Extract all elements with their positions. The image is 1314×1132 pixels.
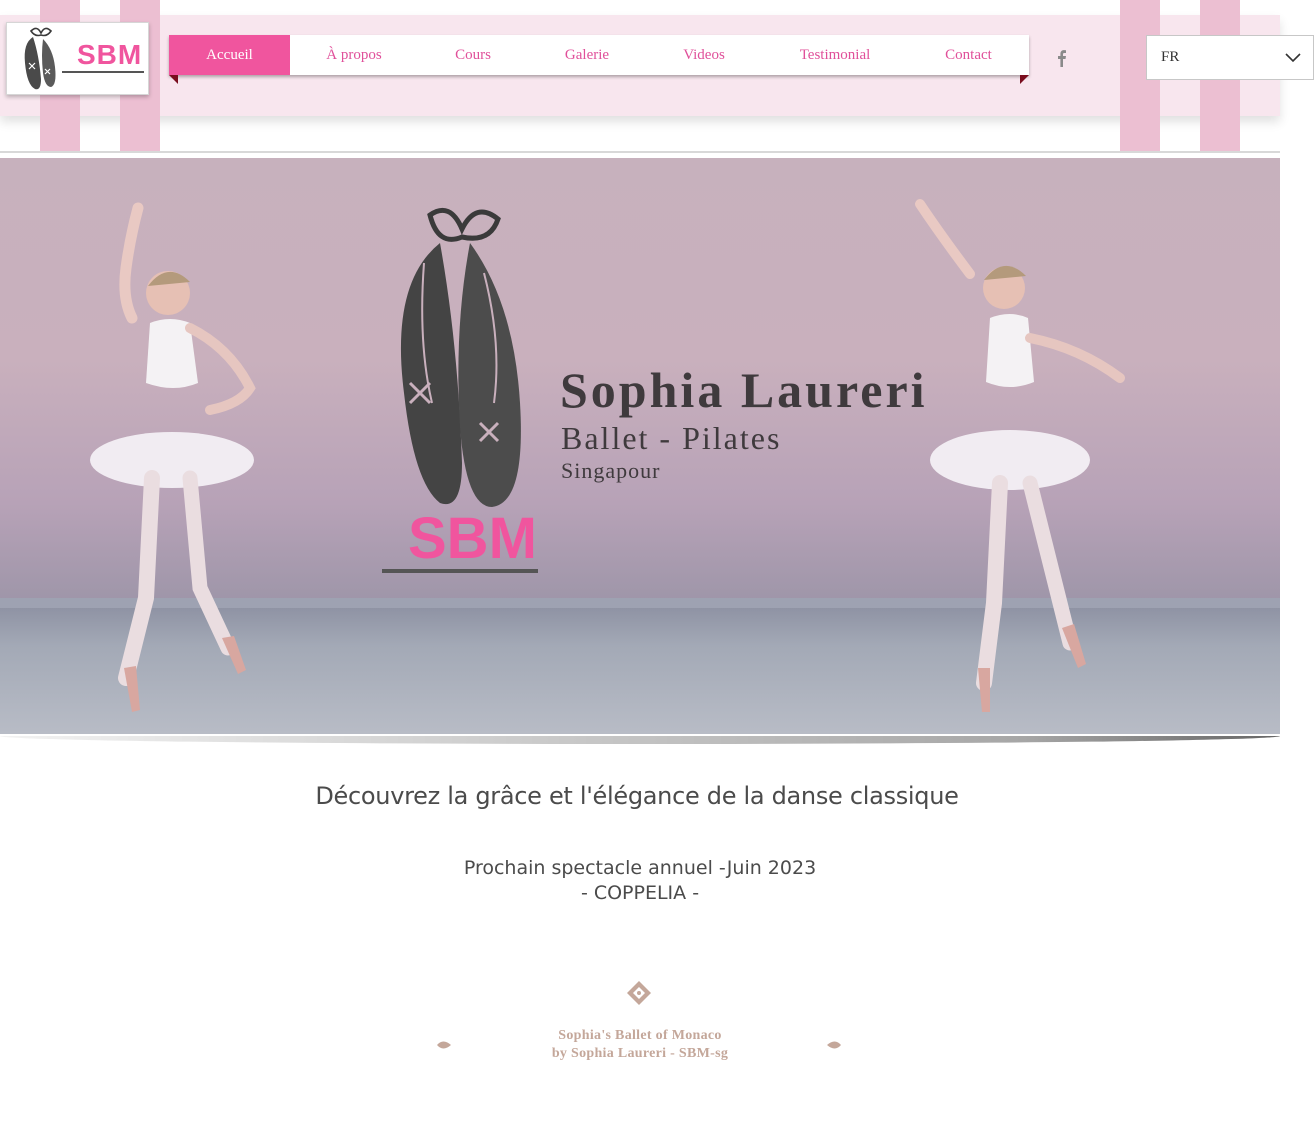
nav-item-galerie[interactable]: Galerie bbox=[528, 35, 646, 75]
hero-banner: SBM Sophia Laureri Ballet - Pilates Sing… bbox=[0, 158, 1280, 734]
tagline: Découvrez la grâce et l'élégance de la d… bbox=[315, 782, 959, 810]
dancer-left-image bbox=[90, 202, 256, 712]
nav-item-cours[interactable]: Cours bbox=[418, 35, 528, 75]
nav-ribbon-right bbox=[1020, 75, 1029, 84]
nav-ribbon-left bbox=[169, 75, 178, 84]
nav-item-contact[interactable]: Contact bbox=[908, 35, 1029, 75]
nav-item-videos[interactable]: Videos bbox=[646, 35, 762, 75]
nav-item-accueil[interactable]: Accueil bbox=[169, 35, 290, 75]
hero-name: Sophia Laureri bbox=[560, 362, 928, 418]
hero-subtitle: Ballet - Pilates bbox=[561, 420, 782, 456]
facebook-icon[interactable] bbox=[1054, 49, 1070, 67]
chevron-down-icon bbox=[1285, 53, 1301, 63]
main-nav: Accueil À propos Cours Galerie Videos Te… bbox=[169, 35, 1029, 75]
logo-text: SBM bbox=[77, 39, 143, 70]
show-announcement: Prochain spectacle annuel -Juin 2023 bbox=[463, 857, 817, 879]
hero-logo-text: SBM bbox=[408, 506, 537, 571]
header-divider bbox=[0, 151, 1280, 153]
nav-item-testimonial[interactable]: Testimonial bbox=[762, 35, 908, 75]
hero-shadow bbox=[0, 736, 1280, 744]
site-logo[interactable]: SBM bbox=[6, 22, 149, 95]
dancer-right-image bbox=[915, 199, 1125, 712]
diamond-ornament-icon bbox=[627, 981, 651, 1005]
language-value: FR bbox=[1161, 49, 1180, 65]
footer-credit: by Sophia Laureri - SBM-sg bbox=[551, 1046, 729, 1061]
header bbox=[0, 0, 1280, 152]
hero-city: Singapour bbox=[561, 458, 661, 483]
show-title: - COPPELIA - bbox=[580, 882, 700, 904]
footer-school-name: Sophia's Ballet of Monaco bbox=[558, 1028, 722, 1043]
pointe-shoes-logo: SBM bbox=[382, 207, 538, 573]
language-select[interactable]: FR bbox=[1146, 35, 1314, 80]
logo-underline bbox=[62, 71, 144, 73]
nav-item-a-propos[interactable]: À propos bbox=[290, 35, 418, 75]
